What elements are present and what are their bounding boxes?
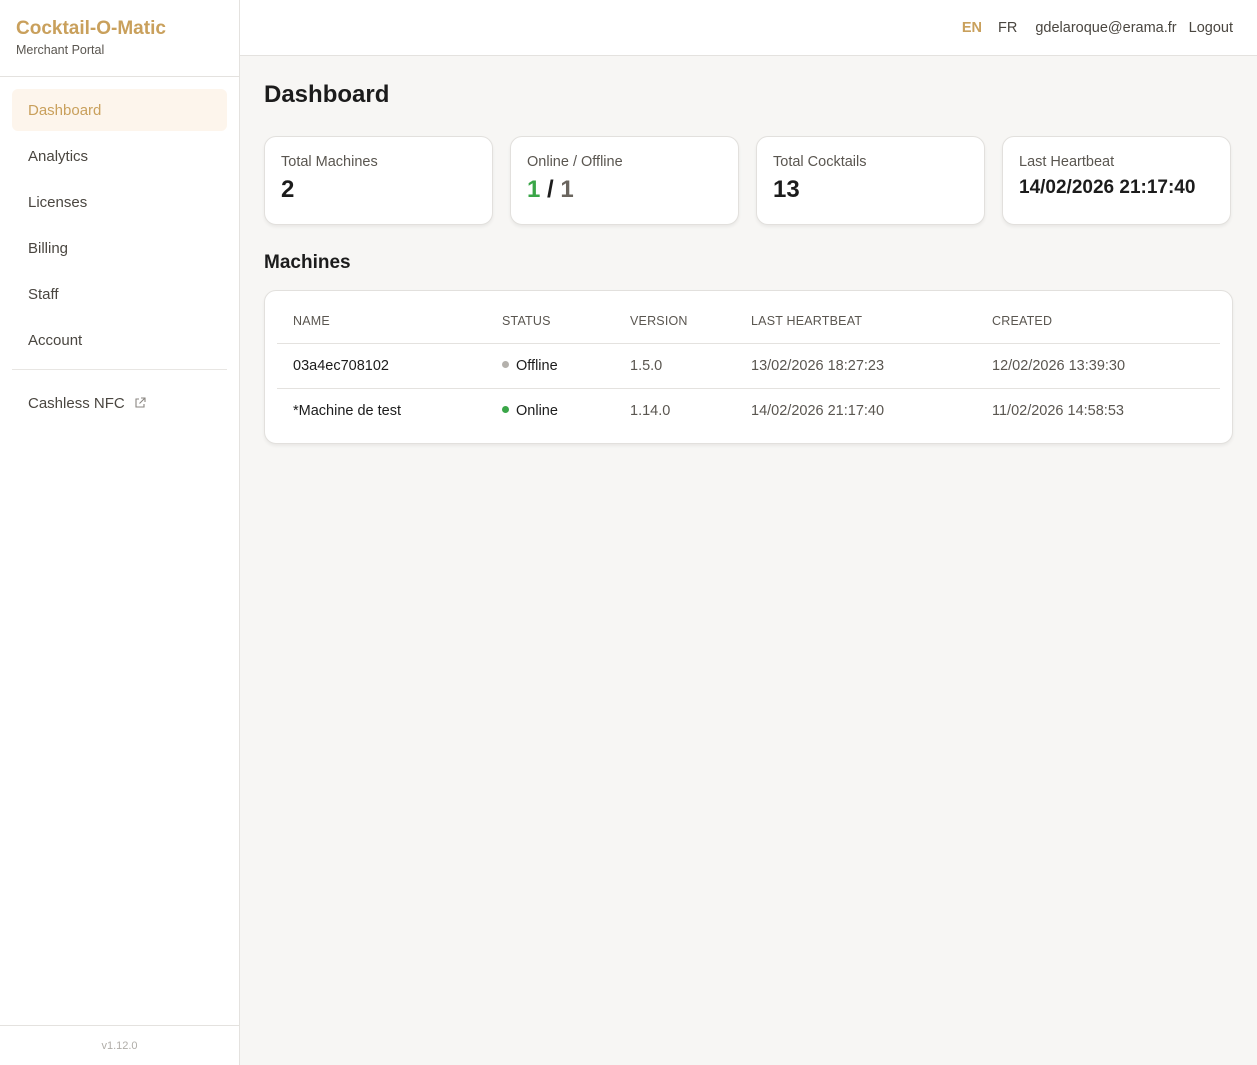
column-header-last-heartbeat: LAST HEARTBEAT	[735, 299, 976, 344]
stat-card-total-machines: Total Machines 2	[264, 136, 493, 225]
external-link-icon	[134, 397, 146, 409]
stat-card-online-offline: Online / Offline 1 / 1	[510, 136, 739, 225]
sidebar-item-staff[interactable]: Staff	[12, 273, 227, 315]
stats-cards: Total Machines 2 Online / Offline 1 / 1 …	[264, 136, 1233, 225]
machines-section-title: Machines	[264, 252, 351, 273]
brand-subtitle: Merchant Portal	[16, 43, 105, 57]
machine-created: 11/02/2026 14:58:53	[992, 402, 1124, 419]
column-header-status: STATUS	[486, 299, 614, 344]
machine-name: 03a4ec708102	[277, 343, 486, 389]
stat-card-last-heartbeat: Last Heartbeat 14/02/2026 21:17:40	[1002, 136, 1231, 225]
column-header-name: NAME	[277, 299, 486, 344]
machine-version: 1.5.0	[614, 343, 735, 389]
lang-fr-button[interactable]: FR	[998, 20, 1017, 36]
machine-version: 1.14.0	[630, 402, 671, 419]
page-title: Dashboard	[264, 81, 390, 108]
status-dot-offline	[502, 361, 509, 369]
stat-label: Total Machines	[281, 154, 378, 170]
user-email: gdelaroque@erama.fr	[1035, 19, 1177, 36]
offline-count: 1	[560, 176, 574, 203]
stat-label: Total Cocktails	[773, 154, 867, 170]
status-label: Offline	[516, 357, 558, 374]
stat-label: Online / Offline	[527, 154, 623, 170]
stat-value: 14/02/2026 21:17:40	[1019, 177, 1196, 198]
app-version: v1.12.0	[0, 1025, 239, 1065]
machine-name: *Machine de test	[293, 402, 402, 419]
machines-table-card: NAME STATUS VERSION LAST HEARTBEAT CREAT…	[264, 290, 1233, 444]
logout-button[interactable]: Logout	[1189, 20, 1233, 36]
lang-en-button[interactable]: EN	[962, 20, 982, 36]
column-header-version: VERSION	[614, 299, 735, 344]
machine-status: Online	[486, 388, 614, 433]
topbar: EN FR gdelaroque@erama.fr Logout	[240, 0, 1257, 56]
online-offline-separator: /	[547, 176, 554, 203]
stat-card-total-cocktails: Total Cocktails 13	[756, 136, 985, 225]
brand: Cocktail-O-Matic Merchant Portal	[0, 0, 239, 77]
status-dot-online	[502, 406, 509, 414]
brand-title: Cocktail-O-Matic	[16, 18, 166, 39]
nav-divider	[12, 369, 227, 370]
sidebar-item-billing[interactable]: Billing	[12, 227, 227, 269]
stat-label: Last Heartbeat	[1019, 154, 1115, 170]
sidebar: Cocktail-O-Matic Merchant Portal Dashboa…	[0, 0, 240, 1065]
column-header-created: CREATED	[976, 299, 1220, 344]
sidebar-nav: Dashboard Analytics Licenses Billing Sta…	[0, 77, 239, 424]
sidebar-item-account[interactable]: Account	[12, 319, 227, 361]
machines-table: NAME STATUS VERSION LAST HEARTBEAT CREAT…	[277, 299, 1220, 433]
sidebar-item-dashboard[interactable]: Dashboard	[12, 89, 227, 131]
online-count: 1	[527, 176, 541, 203]
table-header-row: NAME STATUS VERSION LAST HEARTBEAT CREAT…	[277, 299, 1220, 344]
stat-value: 13	[773, 176, 800, 203]
table-row[interactable]: *Machine de test Online 1.14.0 14/02/202…	[277, 388, 1220, 433]
status-label: Online	[516, 402, 558, 419]
machine-last-heartbeat: 13/02/2026 18:27:23	[735, 343, 976, 389]
table-row[interactable]: 03a4ec708102 Offline 1.5.0 13/02/2026 18…	[277, 343, 1220, 389]
stat-value: 1 / 1	[527, 176, 722, 204]
stat-value: 2	[281, 176, 295, 203]
machine-last-heartbeat: 14/02/2026 21:17:40	[751, 402, 885, 419]
machine-status: Offline	[486, 343, 614, 389]
machine-created: 12/02/2026 13:39:30	[976, 343, 1220, 389]
sidebar-item-analytics[interactable]: Analytics	[12, 135, 227, 177]
sidebar-item-cashless-nfc[interactable]: Cashless NFC	[12, 382, 227, 424]
sidebar-item-label: Cashless NFC	[28, 394, 125, 412]
sidebar-item-licenses[interactable]: Licenses	[12, 181, 227, 223]
main-content: Dashboard Total Machines 2 Online / Offl…	[264, 80, 1233, 444]
